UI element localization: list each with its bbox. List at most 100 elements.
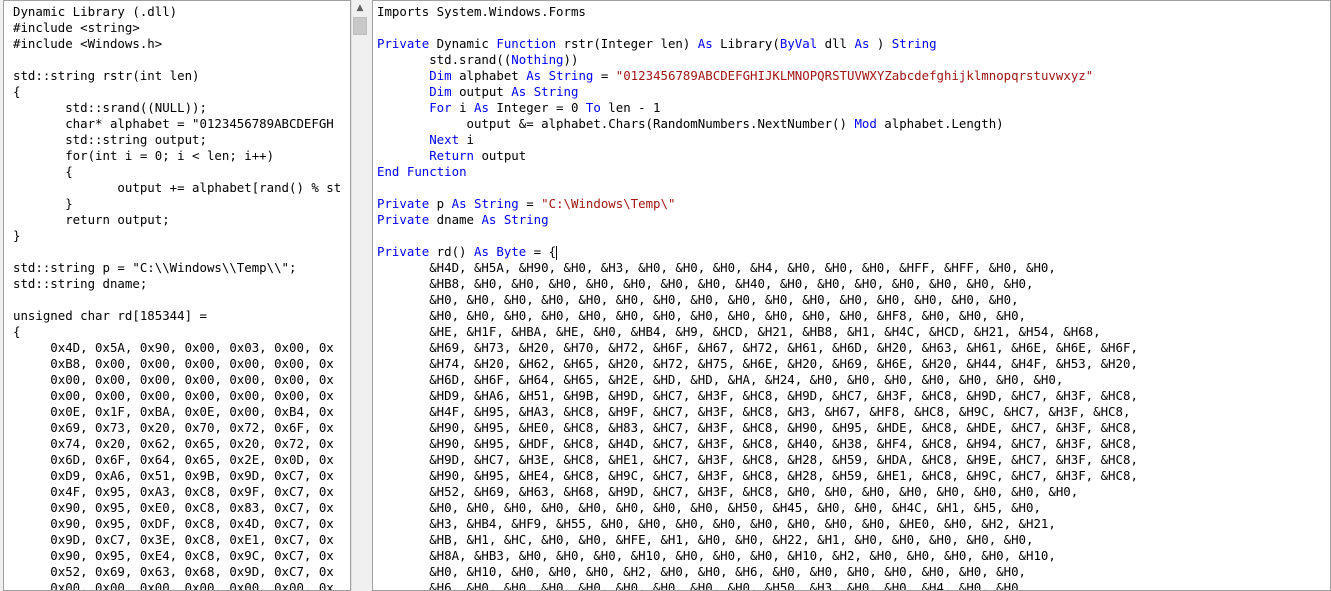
left-code-line: #include <Windows.h> xyxy=(13,36,163,51)
keyword-token: Private xyxy=(377,196,430,211)
keyword-token: String xyxy=(533,84,579,99)
code-token: &H6D, &H6F, &H64, &H65, &H2E, &HD, &HD, … xyxy=(377,372,1064,387)
right-code-line: &HD9, &HA6, &H51, &H9B, &H9D, &HC7, &H3F… xyxy=(377,388,1138,404)
keyword-token: As xyxy=(697,36,713,51)
code-token: = xyxy=(518,196,542,211)
code-token: Library( xyxy=(712,36,780,51)
left-code-line: 0x52, 0x69, 0x63, 0x68, 0x9D, 0xC7, 0x xyxy=(13,564,334,579)
right-code-line: For i As Integer = 0 To len - 1 xyxy=(377,100,1138,116)
left-code-line: 0x00, 0x00, 0x00, 0x00, 0x00, 0x00, 0x xyxy=(13,372,334,387)
scroll-thumb[interactable] xyxy=(353,17,367,35)
left-code-line: 0x74, 0x20, 0x62, 0x65, 0x20, 0x72, 0x xyxy=(13,436,334,451)
code-token: p xyxy=(429,196,452,211)
left-code-line: unsigned char rd[185344] = xyxy=(13,308,207,323)
keyword-token: Byte xyxy=(496,244,527,259)
left-code-line: std::srand((NULL)); xyxy=(13,100,207,115)
left-code-text[interactable]: Dynamic Library (.dll) #include <string> #… xyxy=(13,4,341,591)
left-code-line: { xyxy=(13,324,21,339)
right-code-line: &H8A, &HB3, &H0, &H0, &H0, &H10, &H0, &H… xyxy=(377,548,1138,564)
right-code-line: &H0, &H0, &H0, &H0, &H0, &H0, &H0, &H0, … xyxy=(377,500,1138,516)
keyword-token: As xyxy=(481,212,497,227)
right-code-line: Next i xyxy=(377,132,1138,148)
left-code-line: { xyxy=(13,84,21,99)
right-code-line: Return output xyxy=(377,148,1138,164)
right-code-line: &H3, &HB4, &HF9, &H55, &H0, &H0, &H0, &H… xyxy=(377,516,1138,532)
code-token: &H9D, &HC7, &H3E, &HC8, &HE1, &HC7, &H3F… xyxy=(377,452,1138,467)
left-code-line: 0x4D, 0x5A, 0x90, 0x00, 0x03, 0x00, 0x xyxy=(13,340,334,355)
keyword-token: Dim xyxy=(429,68,452,83)
code-token: &H0, &H0, &H0, &H0, &H0, &H0, &H0, &H0, … xyxy=(377,292,1019,307)
right-code-line: &HB8, &H0, &H0, &H0, &H0, &H0, &H0, &H0,… xyxy=(377,276,1138,292)
scroll-up-arrow-icon[interactable]: ▲ xyxy=(352,0,368,16)
left-code-line: 0x9D, 0xC7, 0x3E, 0xC8, 0xE1, 0xC7, 0x xyxy=(13,532,334,547)
keyword-token: String xyxy=(474,196,519,211)
left-code-line: 0x69, 0x73, 0x20, 0x70, 0x72, 0x6F, 0x xyxy=(13,420,334,435)
left-code-line: std::string output; xyxy=(13,132,207,147)
code-token: output &= alphabet.Chars(RandomNumbers.N… xyxy=(377,116,855,131)
code-token: &H74, &H20, &H62, &H65, &H20, &H72, &H75… xyxy=(377,356,1138,371)
right-code-line: Private p As String = "C:\Windows\Temp\" xyxy=(377,196,1138,212)
code-token: = xyxy=(593,68,616,83)
left-code-line: 0x00, 0x00, 0x00, 0x00, 0x00, 0x00, 0x xyxy=(13,580,334,591)
right-code-text[interactable]: Imports System.Windows.Forms Private Dyna… xyxy=(377,4,1138,591)
code-token: &H52, &H69, &H63, &H68, &H9D, &HC7, &H3F… xyxy=(377,484,1079,499)
keyword-token: Private xyxy=(377,244,430,259)
code-token: &H4F, &H95, &HA3, &HC8, &H9F, &HC7, &H3F… xyxy=(377,404,1131,419)
keyword-token: To xyxy=(585,100,601,115)
code-token: &H6, &H0, &H0, &H0, &H0, &H0, &H0, &H0, … xyxy=(377,580,1027,591)
right-code-line: &H90, &H95, &HDF, &HC8, &H4D, &HC7, &H3F… xyxy=(377,436,1138,452)
right-code-line: End Function xyxy=(377,164,1138,180)
keyword-token: As xyxy=(526,68,542,83)
keyword-token: Private xyxy=(377,212,430,227)
string-token: "C:\Windows\Temp\" xyxy=(541,196,676,211)
code-token: rd() xyxy=(429,244,474,259)
left-code-line: 0x0E, 0x1F, 0xBA, 0x0E, 0x00, 0xB4, 0x xyxy=(13,404,334,419)
code-token: alphabet xyxy=(451,68,527,83)
keyword-token: Return xyxy=(429,148,474,163)
code-token: dll xyxy=(817,36,855,51)
code-token: &HD9, &HA6, &H51, &H9B, &H9D, &HC7, &H3F… xyxy=(377,388,1138,403)
right-code-line: &HE, &H1F, &HBA, &HE, &H0, &HB4, &H9, &H… xyxy=(377,324,1138,340)
keyword-token: String xyxy=(891,36,937,51)
left-code-line: 0xD9, 0xA6, 0x51, 0x9B, 0x9D, 0xC7, 0x xyxy=(13,468,334,483)
left-code-line: std::string p = "C:\\Windows\\Temp\\"; xyxy=(13,260,297,275)
left-code-editor[interactable]: Dynamic Library (.dll) #include <string> #… xyxy=(3,0,351,591)
code-token: dname xyxy=(429,212,482,227)
right-code-line xyxy=(377,180,1138,196)
left-code-line: 0x00, 0x00, 0x00, 0x00, 0x00, 0x00, 0x xyxy=(13,388,334,403)
right-code-line: Private dname As String xyxy=(377,212,1138,228)
right-code-line xyxy=(377,20,1138,36)
keyword-token: As xyxy=(473,244,489,259)
left-code-line: 0x90, 0x95, 0xDF, 0xC8, 0x4D, 0xC7, 0x xyxy=(13,516,334,531)
left-vertical-scrollbar[interactable]: ▲ xyxy=(351,0,368,591)
code-token: &HB8, &H0, &H0, &H0, &H0, &H0, &H0, &H0,… xyxy=(377,276,1034,291)
right-code-line: &H0, &H10, &H0, &H0, &H0, &H2, &H0, &H0,… xyxy=(377,564,1138,580)
keyword-token: As xyxy=(511,84,527,99)
code-token: Imports System.Windows.Forms xyxy=(377,4,586,19)
keyword-token: ByVal xyxy=(779,36,818,51)
code-token: Integer = 0 xyxy=(488,100,586,115)
keyword-token: Dim xyxy=(429,84,452,99)
code-token: &H90, &H95, &HDF, &HC8, &H4D, &HC7, &H3F… xyxy=(377,436,1138,451)
code-token: output xyxy=(473,148,527,163)
code-token: )) xyxy=(563,52,579,67)
text-caret xyxy=(556,245,558,260)
right-code-line: &H6D, &H6F, &H64, &H65, &H2E, &HD, &HD, … xyxy=(377,372,1138,388)
code-token: len - 1 xyxy=(600,100,661,115)
left-code-line: { xyxy=(13,164,73,179)
right-code-editor[interactable]: Imports System.Windows.Forms Private Dyna… xyxy=(372,0,1331,591)
keyword-token: String xyxy=(548,68,594,83)
right-code-line: &H4D, &H5A, &H90, &H0, &H3, &H0, &H0, &H… xyxy=(377,260,1138,276)
code-token: &H90, &H95, &HE0, &HC8, &H83, &HC7, &H3F… xyxy=(377,420,1138,435)
left-code-line: Dynamic Library (.dll) xyxy=(13,4,178,19)
keyword-token: String xyxy=(503,212,549,227)
keyword-token: As xyxy=(451,196,467,211)
keyword-token: End xyxy=(377,164,400,179)
code-token: &H90, &H95, &HE4, &HC8, &H9C, &HC7, &H3F… xyxy=(377,468,1138,483)
